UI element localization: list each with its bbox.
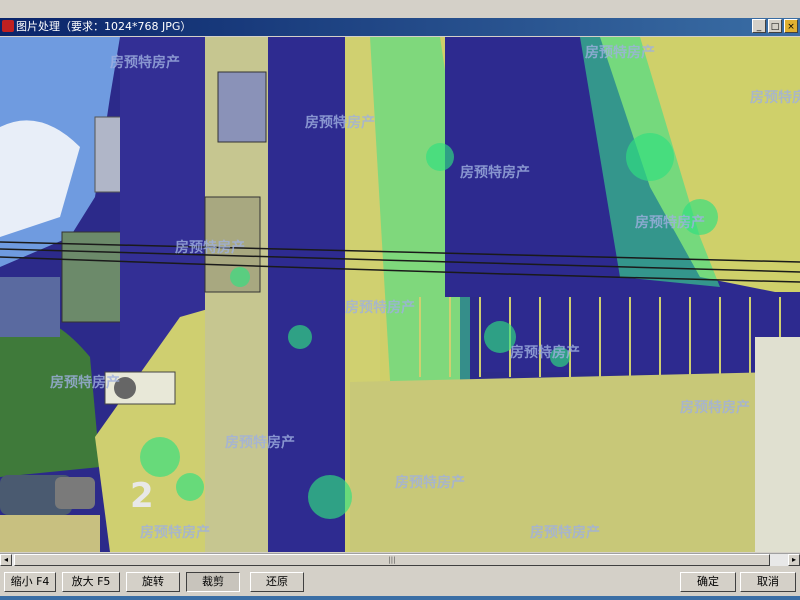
title-bar[interactable]: 图片处理（要求：1024*768 JPG） _ □ × bbox=[0, 18, 800, 36]
watermark: 房预特房产 bbox=[530, 524, 600, 541]
image-canvas[interactable]: 2 房预特房产 房预特房产 房预特房产 房预特房产 房预特房产 房预特房产 房预… bbox=[0, 37, 800, 552]
watermark: 房预特房产 bbox=[305, 114, 375, 131]
watermark: 房预特房产 bbox=[510, 344, 580, 361]
ground bbox=[0, 515, 100, 552]
painted-number: 2 bbox=[130, 476, 154, 516]
close-button[interactable]: × bbox=[784, 19, 798, 33]
window-upper bbox=[217, 71, 267, 143]
side-wall bbox=[755, 337, 800, 552]
watermark: 房预特房产 bbox=[680, 399, 750, 416]
watermark: 房预特房产 bbox=[460, 164, 530, 181]
maximize-button[interactable]: □ bbox=[768, 19, 782, 33]
watermark: 房预特房产 bbox=[175, 239, 245, 256]
watermark: 房预特房产 bbox=[140, 524, 210, 541]
scroll-left-arrow[interactable]: ◂ bbox=[0, 554, 12, 566]
watermark: 房预特房产 bbox=[345, 299, 415, 316]
ok-button[interactable]: 确定 bbox=[680, 572, 736, 592]
zoom-in-label: 放大 bbox=[71, 575, 94, 588]
image-processing-window: 图片处理（要求：1024*768 JPG） _ □ × 2 房预特房产 房预特房… bbox=[0, 0, 800, 600]
window-title: 图片处理（要求：1024*768 JPG） bbox=[16, 20, 192, 33]
rotate-button[interactable]: 旋转 bbox=[126, 572, 180, 592]
crop-button[interactable]: 裁剪 bbox=[186, 572, 240, 592]
zoom-out-shortcut: F4 bbox=[36, 575, 50, 588]
watermark: 房预特房产 bbox=[50, 374, 120, 391]
zoom-out-button[interactable]: 缩小 F4 bbox=[4, 572, 56, 592]
watermark: 房预特房产 bbox=[635, 214, 705, 231]
parked-car-2 bbox=[55, 477, 95, 509]
restore-button[interactable]: 还原 bbox=[250, 572, 304, 592]
watermark: 房预特房产 bbox=[395, 474, 465, 491]
taskbar-strip bbox=[0, 596, 800, 600]
processed-photo: 2 房预特房产 房预特房产 房预特房产 房预特房产 房预特房产 房预特房产 房预… bbox=[0, 37, 800, 552]
watermark: 房预特房产 bbox=[225, 434, 295, 451]
watermark: 房预特房产 bbox=[750, 89, 800, 106]
zoom-in-button[interactable]: 放大 F5 bbox=[62, 572, 120, 592]
neighbor-building bbox=[0, 277, 60, 337]
minimize-button[interactable]: _ bbox=[752, 19, 766, 33]
zoom-in-shortcut: F5 bbox=[97, 575, 111, 588]
scroll-thumb[interactable]: ||| bbox=[14, 554, 770, 566]
app-icon bbox=[2, 20, 14, 32]
watermark: 房预特房产 bbox=[585, 44, 655, 61]
cancel-button[interactable]: 取消 bbox=[740, 572, 796, 592]
horizontal-scrollbar[interactable]: ◂ ||| ▸ bbox=[0, 553, 800, 566]
zoom-out-label: 缩小 bbox=[10, 575, 33, 588]
scroll-right-arrow[interactable]: ▸ bbox=[788, 554, 800, 566]
watermark: 房预特房产 bbox=[110, 54, 180, 71]
